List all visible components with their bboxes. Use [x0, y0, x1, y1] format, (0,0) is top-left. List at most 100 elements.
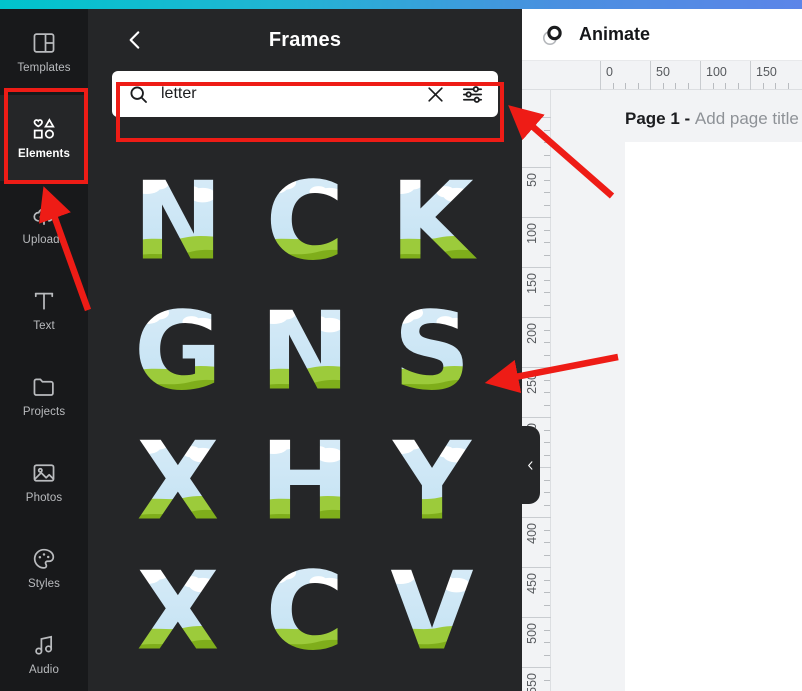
frame-result-item[interactable]: G: [114, 287, 241, 417]
frame-result-item[interactable]: Z: [369, 677, 496, 691]
close-icon[interactable]: [426, 85, 445, 104]
sidebar-item-label: Projects: [22, 406, 66, 418]
frame-letter-y: Y: [391, 426, 473, 538]
projects-icon: [31, 374, 57, 400]
frames-panel: Frames letter: [88, 9, 522, 691]
filter-sliders-icon[interactable]: [461, 83, 484, 106]
ruler-label: 50: [656, 65, 670, 79]
sidebar-item-uploads[interactable]: Uploads: [0, 181, 88, 267]
ruler-minor-tick: [544, 229, 550, 231]
sidebar-item-styles[interactable]: Styles: [0, 525, 88, 611]
ruler-major-tick: [522, 617, 551, 618]
panel-collapse-handle[interactable]: [520, 426, 540, 504]
ruler-label: 250: [525, 373, 539, 394]
ruler-minor-tick: [544, 329, 550, 331]
frame-result-item[interactable]: C: [241, 157, 368, 287]
ruler-minor-tick: [675, 83, 676, 89]
sidebar-item-label: Uploads: [22, 234, 66, 246]
frame-letter-r: R: [263, 686, 347, 691]
frame-letter-n: N: [132, 686, 223, 691]
ruler-minor-tick: [544, 154, 550, 156]
ruler-minor-tick: [544, 604, 550, 606]
sidebar-item-projects[interactable]: Projects: [0, 353, 88, 439]
canva-editor-window: Templates Elements Uploads Text Projects Phot…: [0, 0, 802, 691]
horizontal-ruler[interactable]: 0 50 100 150: [522, 61, 802, 90]
frame-letter-z: Z: [393, 686, 472, 691]
ruler-minor-tick: [725, 83, 726, 89]
search-container: [88, 71, 522, 117]
left-sidebar: Templates Elements Uploads Text Projects Phot…: [0, 9, 88, 691]
frame-result-item[interactable]: Y: [369, 417, 496, 547]
sidebar-item-text[interactable]: Text: [0, 267, 88, 353]
sidebar-item-templates[interactable]: Templates: [0, 9, 88, 95]
ruler-minor-tick: [625, 83, 626, 89]
ruler-minor-tick: [544, 129, 550, 131]
sidebar-item-audio[interactable]: Audio: [0, 611, 88, 691]
search-box[interactable]: [112, 71, 498, 117]
frame-result-item[interactable]: X: [114, 547, 241, 677]
text-icon: [31, 288, 57, 314]
frame-letter-n: N: [132, 166, 223, 278]
page-canvas[interactable]: [625, 142, 802, 691]
frame-letter-s: S: [393, 296, 472, 408]
top-gradient-bar: [0, 0, 802, 9]
page-title[interactable]: Page 1 - Add page title: [625, 109, 799, 129]
ruler-minor-tick: [687, 83, 689, 89]
ruler-minor-tick: [544, 254, 550, 256]
frame-letter-x: X: [136, 556, 220, 668]
frame-result-item[interactable]: V: [369, 547, 496, 677]
ruler-minor-tick: [544, 592, 550, 593]
ruler-minor-tick: [712, 83, 714, 89]
ruler-minor-tick: [637, 83, 639, 89]
ruler-label: 150: [525, 273, 539, 294]
frame-letter-v: V: [390, 556, 474, 668]
frame-result-item[interactable]: H: [241, 417, 368, 547]
ruler-minor-tick: [737, 83, 739, 89]
ruler-label: 150: [756, 65, 777, 79]
animate-button-label[interactable]: Animate: [579, 24, 650, 45]
ruler-minor-tick: [544, 354, 550, 356]
ruler-label: 400: [525, 523, 539, 544]
ruler-minor-tick: [544, 392, 550, 393]
audio-icon: [31, 632, 57, 658]
frame-result-item[interactable]: X: [114, 417, 241, 547]
ruler-major-tick: [522, 567, 551, 568]
ruler-minor-tick: [544, 342, 550, 343]
styles-icon: [31, 546, 57, 572]
ruler-label: 200: [525, 323, 539, 344]
ruler-minor-tick: [544, 292, 550, 293]
sidebar-item-label: Elements: [18, 148, 70, 160]
vertical-ruler[interactable]: 050100150200250300350400450500550: [522, 90, 551, 691]
canvas-area[interactable]: Page 1 - Add page title: [551, 90, 802, 691]
back-button[interactable]: [122, 27, 148, 53]
ruler-minor-tick: [544, 529, 550, 531]
frame-result-item[interactable]: C: [241, 547, 368, 677]
frame-letter-c: C: [265, 166, 345, 278]
editor-toolbar: Animate: [522, 9, 802, 61]
frame-result-item[interactable]: N: [114, 677, 241, 691]
page-label: Page 1 -: [625, 109, 695, 128]
ruler-minor-tick: [544, 242, 550, 243]
frame-result-item[interactable]: S: [369, 287, 496, 417]
ruler-minor-tick: [544, 642, 550, 643]
ruler-minor-tick: [544, 204, 550, 206]
page-title-placeholder[interactable]: Add page title: [695, 109, 799, 128]
search-input[interactable]: [161, 85, 414, 103]
frame-result-item[interactable]: N: [114, 157, 241, 287]
frame-result-item[interactable]: K: [369, 157, 496, 287]
ruler-major-tick: [650, 61, 651, 90]
sidebar-item-photos[interactable]: Photos: [0, 439, 88, 525]
ruler-label: 550: [525, 673, 539, 691]
frame-result-item[interactable]: N: [241, 287, 368, 417]
frames-results-grid: NCKGNSXHYXCVNRZ: [88, 157, 522, 691]
ruler-label: 100: [525, 223, 539, 244]
templates-icon: [31, 30, 57, 56]
frame-result-item[interactable]: R: [241, 677, 368, 691]
ruler-minor-tick: [612, 83, 614, 89]
ruler-minor-tick: [544, 504, 550, 506]
ruler-major-tick: [750, 61, 751, 90]
sidebar-item-elements[interactable]: Elements: [0, 95, 88, 181]
search-icon: [128, 84, 149, 105]
ruler-minor-tick: [544, 454, 550, 456]
sidebar-item-label: Styles: [28, 578, 60, 590]
